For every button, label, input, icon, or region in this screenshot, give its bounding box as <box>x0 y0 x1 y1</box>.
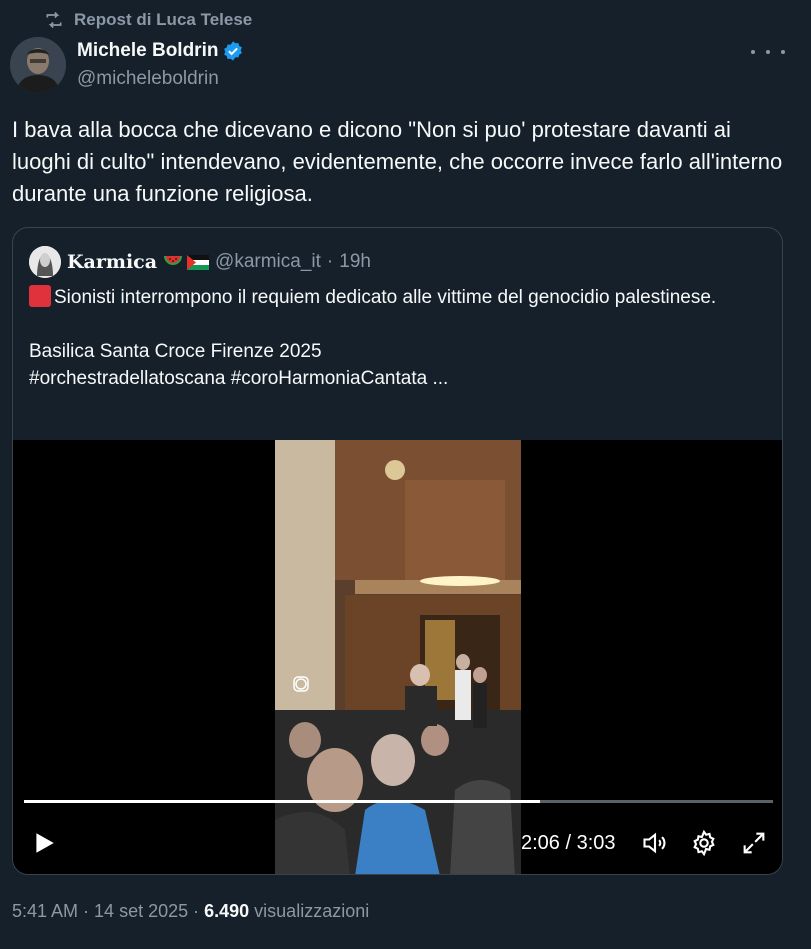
views-count: 6.490 <box>204 901 250 921</box>
verified-badge-icon <box>224 41 243 61</box>
palestine-flag-icon <box>187 254 210 270</box>
play-icon[interactable] <box>31 830 57 856</box>
author-handle[interactable]: @micheleboldrin <box>77 68 219 90</box>
post-time[interactable]: 5:41 AM <box>12 901 78 922</box>
author-name[interactable]: Michele Boldrin <box>77 40 218 62</box>
video-progress-bar[interactable] <box>24 800 773 803</box>
video-progress-fill <box>24 800 541 803</box>
quote-line-2: Basilica Santa Croce Firenze 2025 <box>29 341 322 362</box>
views-label: visualizzazioni <box>254 901 370 921</box>
quote-text: Sionisti interrompono il requiem dedicat… <box>29 284 769 392</box>
watermelon-icon <box>164 256 183 265</box>
video-player[interactable]: 2:06 / 3:03 <box>13 440 782 874</box>
separator: · <box>83 901 90 921</box>
quote-author-handle: @karmica_it <box>215 251 321 272</box>
avatar[interactable] <box>10 37 66 93</box>
settings-gear-icon[interactable] <box>690 829 718 857</box>
repost-header[interactable]: Repost di Luca Telese <box>44 10 252 30</box>
fullscreen-icon[interactable] <box>740 829 768 857</box>
red-square-icon <box>29 285 51 307</box>
video-frame <box>275 440 521 874</box>
quoted-tweet[interactable]: Karmica @karmica_it · 19h Sionisti inter… <box>12 227 783 875</box>
separator: · <box>193 901 200 921</box>
more-options-icon[interactable] <box>751 42 785 62</box>
quote-avatar <box>29 246 61 278</box>
video-time: 2:06 / 3:03 <box>521 832 616 854</box>
repost-label: Repost di Luca Telese <box>74 10 253 29</box>
quote-author-name: Karmica <box>67 251 158 273</box>
tweet-text: I bava alla bocca che dicevano e dicono … <box>12 117 783 206</box>
quote-line-3: #orchestradellatoscana #coroHarmoniaCant… <box>29 368 449 389</box>
quote-line-1: Sionisti interrompono il requiem dedicat… <box>54 287 717 308</box>
quote-time: 19h <box>339 251 371 272</box>
tweet-meta: 5:41 AM · 14 set 2025 · 6.490 visualizza… <box>12 901 369 922</box>
volume-icon[interactable] <box>641 829 669 857</box>
repost-icon <box>46 11 62 29</box>
post-date[interactable]: 14 set 2025 <box>94 901 188 922</box>
separator: · <box>326 251 334 272</box>
